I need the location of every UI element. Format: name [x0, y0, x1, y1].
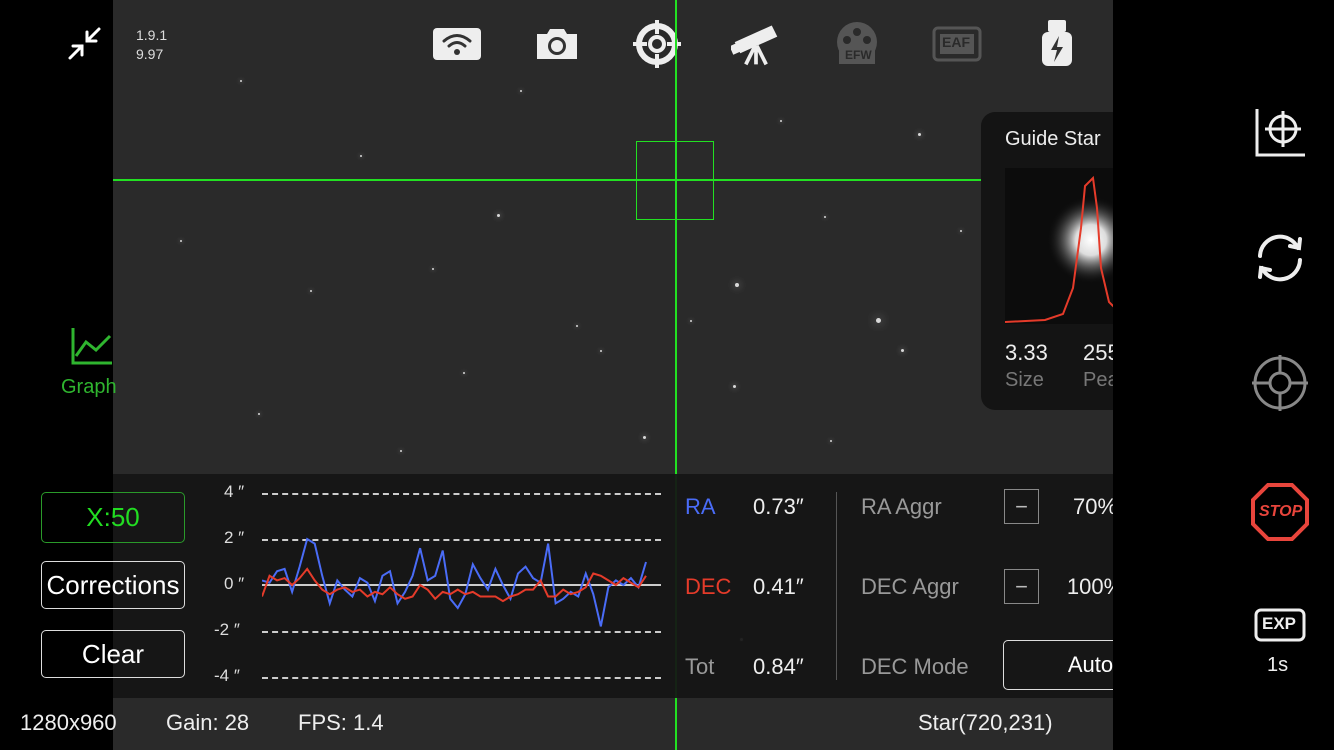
- fps-status: FPS: 1.4: [298, 710, 384, 735]
- telescope-icon[interactable]: [731, 20, 781, 68]
- star: [600, 350, 602, 352]
- dec-label: DEC: [685, 574, 732, 599]
- gain-status: Gain: 28: [166, 710, 250, 735]
- star: [360, 155, 362, 157]
- star: [918, 133, 921, 136]
- eaf-label: EAF: [942, 34, 970, 50]
- ra-aggr-minus-button[interactable]: −: [1004, 489, 1039, 524]
- star: [497, 214, 500, 217]
- star: [520, 90, 522, 92]
- find-star-icon[interactable]: [1250, 353, 1310, 413]
- star: [240, 80, 242, 82]
- dec-mode-label: DEC Mode: [861, 654, 969, 679]
- star: [400, 450, 402, 452]
- calibrate-icon[interactable]: [1250, 102, 1310, 162]
- x-scale-button[interactable]: X:50: [41, 492, 185, 543]
- ra-label: RA: [685, 494, 716, 519]
- camera-icon[interactable]: [532, 20, 582, 68]
- loop-icon[interactable]: [1250, 228, 1310, 288]
- sub-version: 9.97: [136, 46, 164, 62]
- dec-rms-value: 0.41″: [753, 574, 804, 599]
- star: [735, 283, 739, 287]
- star: [690, 320, 692, 322]
- efw-label: EFW: [845, 48, 872, 62]
- efw-icon[interactable]: EFW: [832, 20, 882, 68]
- star-size-label: Size: [1005, 369, 1044, 391]
- graph-label[interactable]: Graph: [61, 376, 117, 399]
- guide-error-chart: [262, 537, 647, 627]
- dec-aggr-label: DEC Aggr: [861, 574, 959, 599]
- graph-icon[interactable]: [70, 326, 114, 366]
- ra-rms-value: 0.73″: [753, 494, 804, 519]
- guide-star-box[interactable]: [636, 141, 714, 220]
- star-size-value: 3.33: [1005, 340, 1048, 365]
- star: [576, 325, 578, 327]
- star: [876, 318, 881, 323]
- star: [258, 413, 260, 415]
- exposure-icon[interactable]: EXP: [1250, 600, 1310, 650]
- star: [824, 216, 826, 218]
- divider: [836, 492, 837, 680]
- crosshair-horizontal: [113, 179, 1003, 181]
- exp-label: EXP: [1262, 614, 1297, 633]
- star: [960, 230, 962, 232]
- star-position-status: Star(720,231): [918, 710, 1053, 735]
- stop-label: STOP: [1259, 503, 1303, 520]
- eaf-icon[interactable]: EAF: [932, 20, 982, 68]
- dec-aggr-minus-button[interactable]: −: [1004, 569, 1039, 604]
- usb-power-icon[interactable]: [1032, 20, 1082, 68]
- star: [643, 436, 646, 439]
- ra-aggr-label: RA Aggr: [861, 494, 942, 519]
- app-version: 1.9.1: [136, 27, 168, 43]
- star: [310, 290, 312, 292]
- tot-rms-value: 0.84″: [753, 654, 804, 679]
- clear-button[interactable]: Clear: [41, 630, 185, 678]
- wifi-icon[interactable]: [432, 20, 482, 68]
- corrections-button[interactable]: Corrections: [41, 561, 185, 609]
- guide-star-title: Guide Star: [1005, 128, 1101, 150]
- stop-icon[interactable]: STOP: [1250, 482, 1310, 542]
- star: [733, 385, 736, 388]
- dec-series-line: [262, 567, 647, 603]
- star: [901, 349, 904, 352]
- collapse-icon[interactable]: [66, 25, 104, 63]
- star: [432, 268, 434, 270]
- star: [180, 240, 182, 242]
- tot-label: Tot: [685, 654, 715, 679]
- star: [780, 120, 782, 122]
- star: [830, 440, 832, 442]
- star: [463, 372, 465, 374]
- resolution-status: 1280x960: [20, 710, 117, 735]
- exposure-value[interactable]: 1s: [1267, 654, 1288, 677]
